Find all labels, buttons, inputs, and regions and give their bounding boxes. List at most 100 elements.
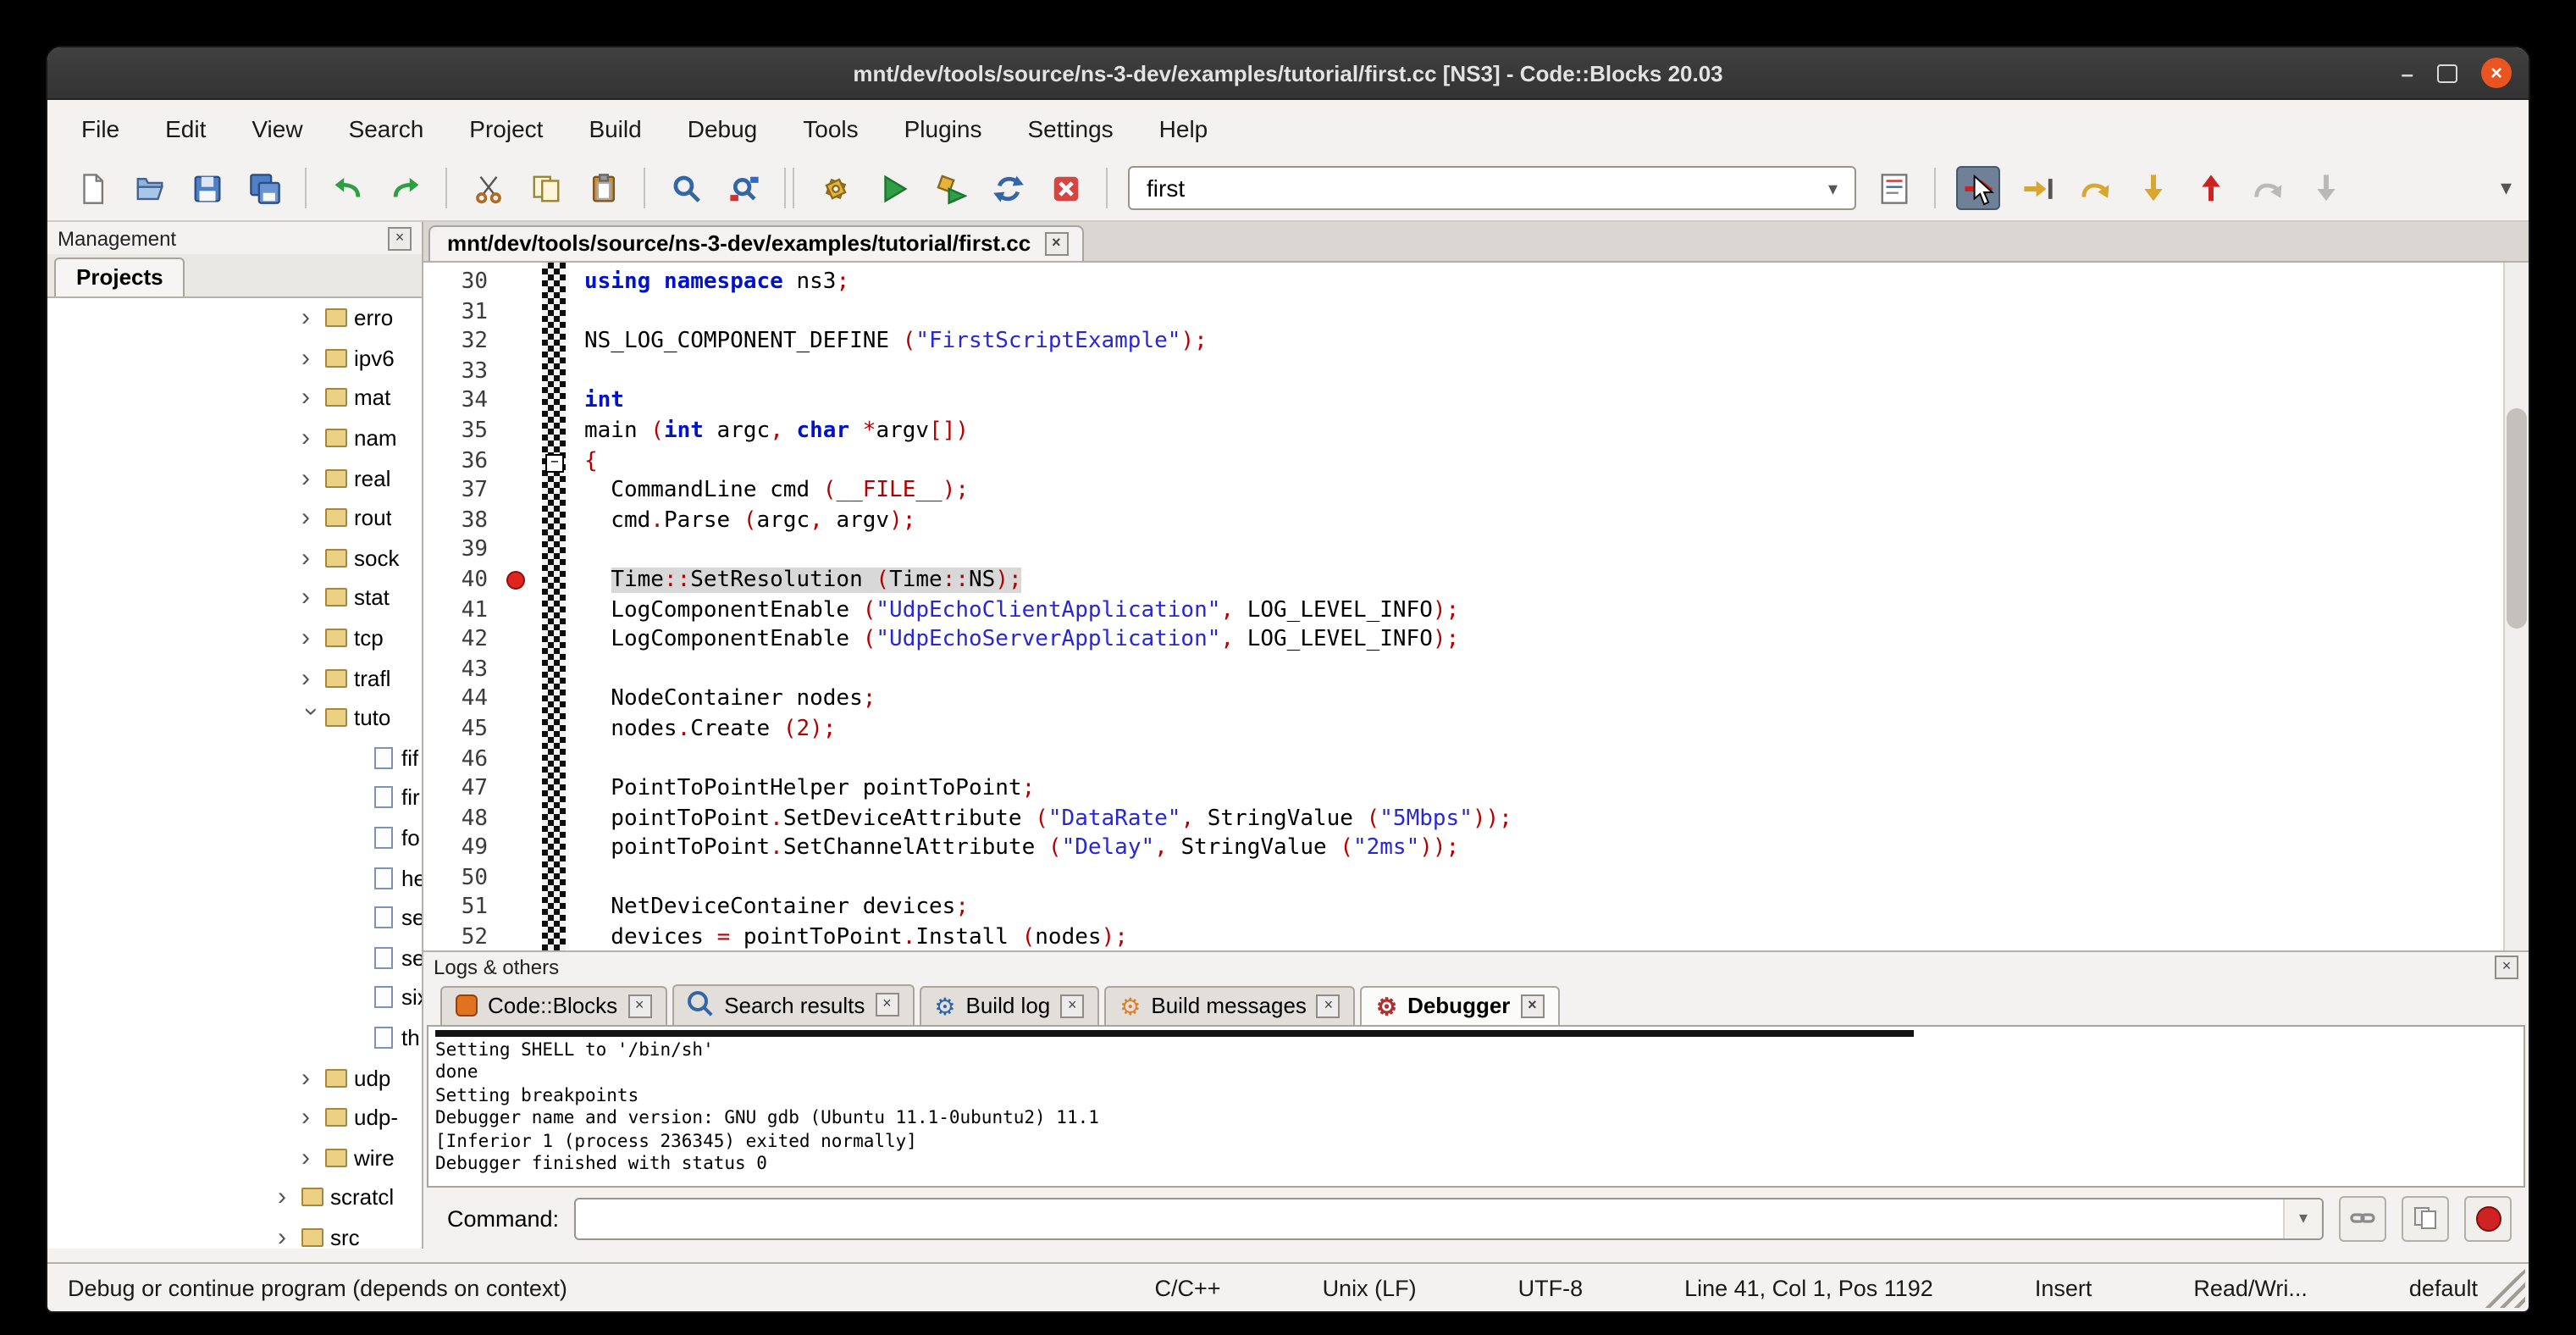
maximize-button[interactable] bbox=[2437, 64, 2457, 82]
log-tab-code-blocks[interactable]: Code::Blocks× bbox=[440, 986, 666, 1025]
breakpoint-margin[interactable] bbox=[501, 864, 542, 894]
close-tab-icon[interactable]: × bbox=[627, 994, 651, 1017]
breakpoint-margin[interactable] bbox=[501, 685, 542, 715]
menu-edit[interactable]: Edit bbox=[165, 114, 206, 141]
tree-item-sock[interactable]: ›sock bbox=[47, 538, 422, 578]
chevron-icon[interactable]: › bbox=[301, 425, 322, 451]
menu-help[interactable]: Help bbox=[1159, 114, 1208, 141]
save-all-button[interactable] bbox=[244, 168, 285, 208]
new-file-button[interactable] bbox=[71, 168, 112, 208]
tree-item-se[interactable]: se bbox=[47, 938, 422, 978]
breakpoint-marker[interactable] bbox=[506, 571, 525, 590]
menu-settings[interactable]: Settings bbox=[1027, 114, 1113, 141]
menu-search[interactable]: Search bbox=[349, 114, 424, 141]
open-file-button[interactable] bbox=[129, 168, 169, 208]
debugger-command-input[interactable] bbox=[576, 1199, 2283, 1238]
tree-item-trafl[interactable]: ›trafl bbox=[47, 658, 422, 698]
close-logs-icon[interactable]: × bbox=[2495, 956, 2518, 979]
breakpoint-margin[interactable] bbox=[501, 804, 542, 834]
find-button[interactable] bbox=[666, 168, 706, 208]
breakpoint-margin[interactable] bbox=[501, 417, 542, 446]
tree-item-fo[interactable]: fo bbox=[47, 817, 422, 857]
step-out-button[interactable] bbox=[2190, 168, 2231, 208]
build-button[interactable] bbox=[815, 168, 855, 208]
next-line-button[interactable] bbox=[2075, 168, 2115, 208]
cut-button[interactable] bbox=[467, 168, 508, 208]
toolbar-overflow-chevron[interactable]: ▾ bbox=[2501, 174, 2512, 202]
log-tab-debugger[interactable]: ⚙Debugger× bbox=[1361, 986, 1559, 1025]
save-button[interactable] bbox=[186, 168, 227, 208]
breakpoint-margin[interactable] bbox=[501, 446, 542, 476]
menu-debug[interactable]: Debug bbox=[688, 114, 758, 141]
close-tab-icon[interactable]: × bbox=[1044, 231, 1068, 255]
breakpoint-margin[interactable] bbox=[501, 566, 542, 595]
breakpoint-margin[interactable] bbox=[501, 655, 542, 684]
breakpoint-margin[interactable] bbox=[501, 745, 542, 774]
tree-item-he[interactable]: he bbox=[47, 858, 422, 898]
breakpoint-margin[interactable] bbox=[501, 476, 542, 506]
chevron-icon[interactable]: › bbox=[301, 385, 322, 411]
close-panel-icon[interactable]: × bbox=[388, 226, 412, 250]
chevron-icon[interactable]: › bbox=[301, 1065, 322, 1090]
menu-project[interactable]: Project bbox=[469, 114, 543, 141]
chevron-icon[interactable]: › bbox=[278, 1225, 298, 1249]
log-tab-build-log[interactable]: ⚙Build log× bbox=[919, 986, 1099, 1025]
tree-item-th[interactable]: th bbox=[47, 1017, 422, 1057]
breakpoint-margin[interactable] bbox=[501, 923, 542, 950]
chevron-down-icon[interactable]: ▾ bbox=[2283, 1199, 2322, 1238]
close-tab-icon[interactable]: × bbox=[1520, 994, 1544, 1017]
menu-build[interactable]: Build bbox=[589, 114, 641, 141]
chevron-down-icon[interactable]: ▾ bbox=[1828, 177, 1838, 199]
menu-view[interactable]: View bbox=[252, 114, 302, 141]
rebuild-button[interactable] bbox=[987, 168, 1028, 208]
tree-item-se[interactable]: se bbox=[47, 898, 422, 938]
close-tab-icon[interactable]: × bbox=[1317, 994, 1341, 1017]
tree-item-scratcl[interactable]: ›scratcl bbox=[47, 1177, 422, 1217]
breakpoint-margin[interactable] bbox=[501, 268, 542, 297]
breakpoint-margin[interactable] bbox=[501, 507, 542, 536]
log-tab-build-messages[interactable]: ⚙Build messages× bbox=[1104, 986, 1356, 1025]
tree-item-erro[interactable]: ›erro bbox=[47, 298, 422, 338]
abort-build-button[interactable] bbox=[1045, 168, 1086, 208]
breakpoint-margin[interactable] bbox=[501, 595, 542, 625]
undo-button[interactable] bbox=[327, 168, 368, 208]
chevron-icon[interactable]: › bbox=[301, 585, 322, 611]
select-target-button[interactable] bbox=[1873, 168, 1914, 208]
next-instruction-button[interactable] bbox=[2247, 168, 2288, 208]
debug-continue-button[interactable] bbox=[1956, 166, 2000, 210]
chevron-icon[interactable]: › bbox=[301, 1145, 322, 1171]
breakpoint-margin[interactable] bbox=[501, 715, 542, 745]
run-button[interactable] bbox=[872, 168, 913, 208]
stop-debugger-icon[interactable] bbox=[2464, 1195, 2512, 1241]
tree-item-src[interactable]: ›src bbox=[47, 1217, 422, 1249]
minimize-button[interactable]: – bbox=[2402, 62, 2413, 84]
chevron-icon[interactable]: › bbox=[301, 1105, 322, 1130]
close-tab-icon[interactable]: × bbox=[875, 993, 898, 1016]
menu-tools[interactable]: Tools bbox=[803, 114, 858, 141]
menu-plugins[interactable]: Plugins bbox=[904, 114, 982, 141]
replace-button[interactable] bbox=[723, 168, 764, 208]
tree-item-wire[interactable]: ›wire bbox=[47, 1138, 422, 1177]
tree-item-tcp[interactable]: ›tcp bbox=[47, 618, 422, 658]
menu-file[interactable]: File bbox=[81, 114, 119, 141]
chevron-icon[interactable]: › bbox=[301, 465, 322, 490]
close-tab-icon[interactable]: × bbox=[1060, 994, 1084, 1017]
step-into-instruction-button[interactable] bbox=[2305, 168, 2346, 208]
breakpoint-margin[interactable] bbox=[501, 327, 542, 357]
chevron-icon[interactable]: › bbox=[301, 546, 322, 571]
step-into-button[interactable] bbox=[2132, 168, 2173, 208]
chevron-icon[interactable]: › bbox=[278, 1185, 298, 1210]
copy-output-icon[interactable] bbox=[2402, 1195, 2449, 1241]
tree-item-six[interactable]: six bbox=[47, 978, 422, 1017]
projects-tree[interactable]: ›erro›ipv6›mat›nam›real›rout›sock›stat›t… bbox=[47, 298, 422, 1249]
breakpoint-margin[interactable] bbox=[501, 297, 542, 327]
tree-item-mat[interactable]: ›mat bbox=[47, 378, 422, 418]
chevron-icon[interactable]: › bbox=[301, 346, 322, 371]
build-target-combo[interactable]: first ▾ bbox=[1128, 166, 1856, 210]
tree-item-fif[interactable]: fif bbox=[47, 738, 422, 778]
editor-scrollbar[interactable] bbox=[2503, 263, 2529, 950]
build-and-run-button[interactable] bbox=[930, 168, 970, 208]
log-tab-search-results[interactable]: Search results× bbox=[672, 984, 914, 1025]
chevron-icon[interactable]: › bbox=[301, 665, 322, 690]
tree-item-real[interactable]: ›real bbox=[47, 458, 422, 498]
